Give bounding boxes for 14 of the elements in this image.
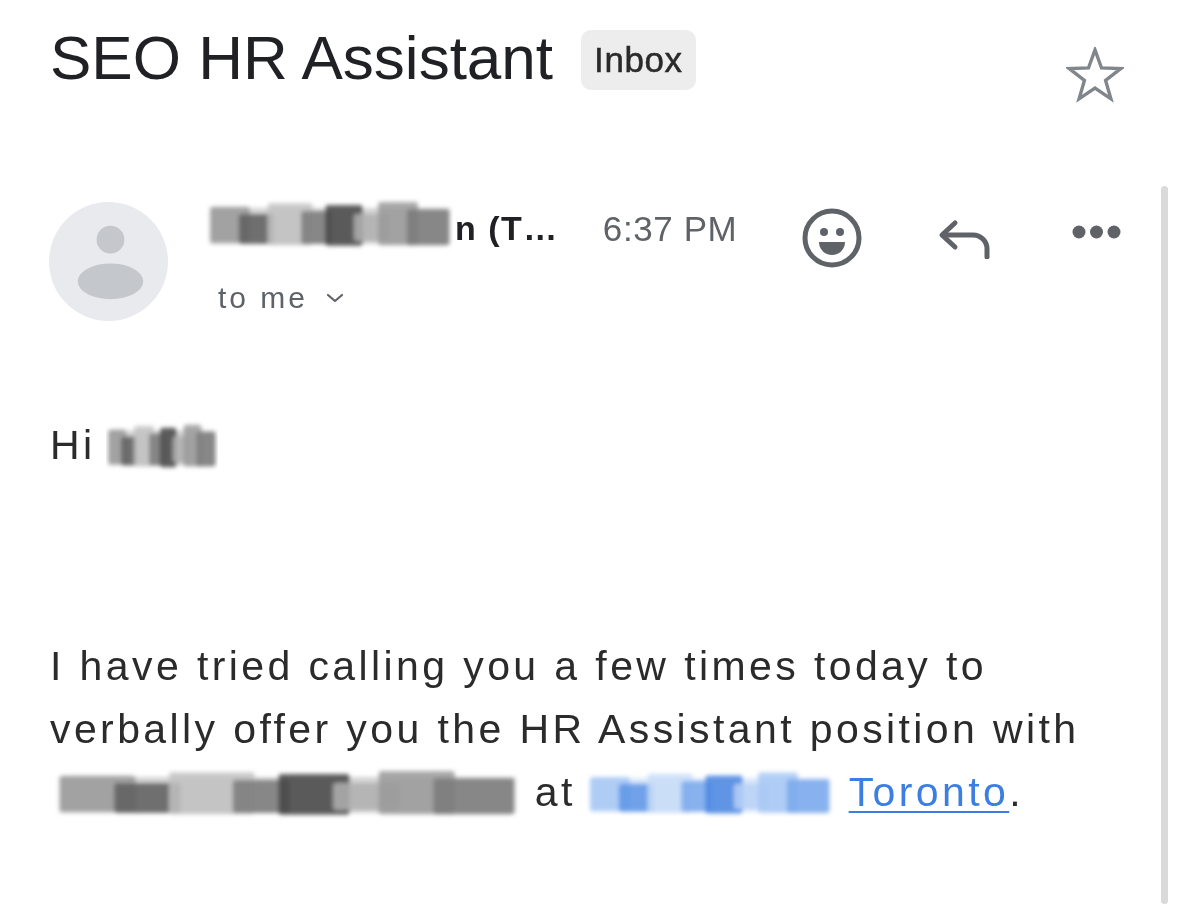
- label-chip: Inbox: [581, 30, 696, 90]
- message-paragraph: I have tried calling you a few times today to verbally offer you the HR Assistant position with at Toronto.: [50, 635, 1121, 826]
- location-link[interactable]: Toronto: [848, 769, 1010, 816]
- greeting-text: Hi: [50, 422, 96, 468]
- more-dots-icon[interactable]: [1072, 224, 1121, 240]
- email-subject: SEO HR Assistant: [50, 27, 554, 89]
- recipient-toggle[interactable]: to me: [218, 280, 345, 316]
- scrollbar-thumb[interactable]: [1161, 186, 1168, 904]
- smiley-icon[interactable]: [802, 208, 862, 268]
- chevron-down-icon: [326, 293, 345, 303]
- star-icon[interactable]: [1066, 47, 1124, 103]
- reply-arrow-icon[interactable]: [938, 219, 991, 259]
- sender-name: n (T…: [455, 208, 559, 248]
- message-time: 6:37 PM: [602, 209, 738, 249]
